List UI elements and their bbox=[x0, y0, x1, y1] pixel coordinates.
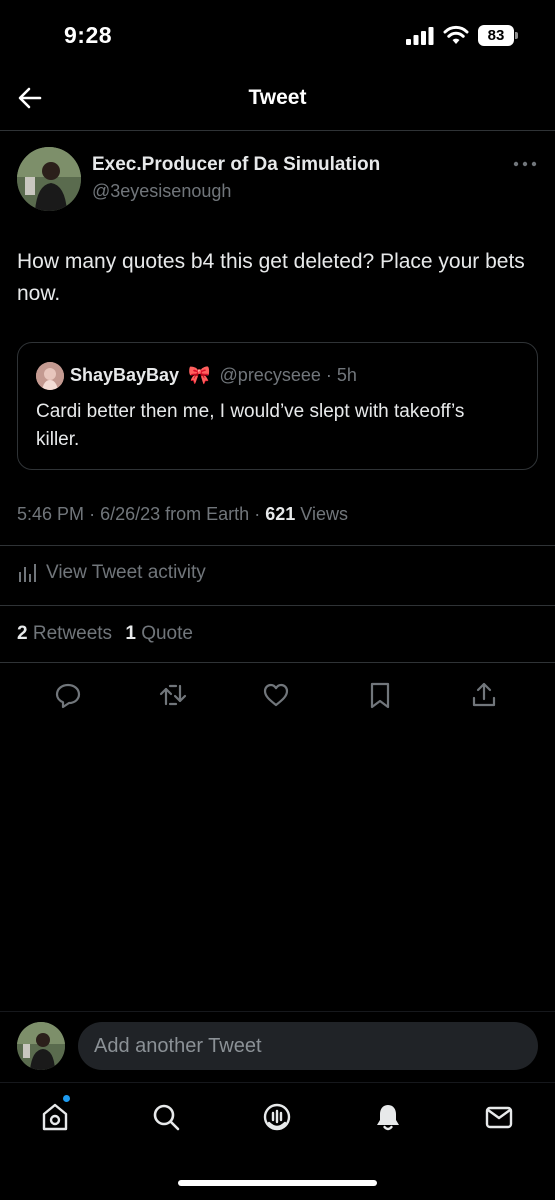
home-icon[interactable] bbox=[39, 1101, 71, 1133]
quote-author-handle: @precyseee bbox=[219, 365, 321, 385]
heart-icon[interactable] bbox=[261, 680, 291, 710]
share-icon[interactable] bbox=[469, 680, 499, 710]
author-avatar-photo bbox=[17, 147, 81, 211]
search-icon[interactable] bbox=[150, 1101, 182, 1133]
activity-label: View Tweet activity bbox=[46, 562, 206, 583]
activity-divider bbox=[0, 605, 555, 606]
stats-divider bbox=[0, 662, 555, 663]
reply-bar: Add another Tweet bbox=[0, 1012, 555, 1082]
bookmark-icon[interactable] bbox=[365, 680, 395, 710]
notifications-icon[interactable] bbox=[372, 1101, 404, 1133]
tweet-text: How many quotes b4 this get deleted? Pla… bbox=[17, 250, 525, 305]
status-bar: 9:28 83 bbox=[0, 0, 555, 72]
quoted-tweet-card[interactable]: ShayBayBay 🎀 @precyseee · 5h Cardi bette… bbox=[17, 342, 538, 470]
retweet-icon[interactable] bbox=[158, 680, 188, 710]
retweets-label: Retweets bbox=[32, 623, 113, 644]
views-count: 621 bbox=[265, 504, 296, 524]
quotes-count: 1 bbox=[125, 623, 136, 644]
bow-emoji: 🎀 bbox=[188, 365, 211, 385]
home-indicator bbox=[178, 1180, 377, 1186]
meta-divider bbox=[0, 545, 555, 546]
reply-input[interactable]: Add another Tweet bbox=[78, 1022, 538, 1070]
top-header: Tweet bbox=[0, 72, 555, 130]
battery-indicator: 83 bbox=[478, 25, 518, 46]
tweet-meta: 5:46 PM · 6/26/23 from Earth · 621 Views bbox=[17, 504, 348, 525]
view-tweet-activity[interactable]: View Tweet activity bbox=[17, 562, 206, 584]
author-name[interactable]: Exec.Producer of Da Simulation bbox=[92, 154, 380, 176]
tweet-actions bbox=[0, 678, 555, 714]
quote-separator: · bbox=[325, 365, 332, 385]
wifi-icon bbox=[443, 25, 469, 44]
meta-separator: · bbox=[254, 504, 261, 524]
quote-avatar-photo bbox=[36, 362, 64, 390]
my-avatar[interactable] bbox=[17, 1022, 65, 1070]
tweet-time: 5:46 PM bbox=[17, 504, 85, 524]
quote-author-name: ShayBayBay bbox=[70, 365, 180, 385]
status-time: 9:28 bbox=[64, 22, 113, 48]
analytics-icon bbox=[19, 564, 36, 582]
meta-separator: · bbox=[89, 504, 96, 524]
cellular-signal-icon bbox=[406, 27, 434, 45]
home-notification-dot bbox=[63, 1095, 70, 1102]
quote-header: ShayBayBay 🎀 @precyseee · 5h bbox=[70, 365, 357, 386]
author-avatar[interactable] bbox=[17, 147, 81, 211]
more-dots-icon[interactable] bbox=[512, 156, 538, 172]
messages-icon[interactable] bbox=[483, 1101, 515, 1133]
quote-time: 5h bbox=[336, 365, 357, 385]
header-divider bbox=[0, 130, 555, 131]
tweet-date-source: 6/26/23 from Earth bbox=[100, 504, 250, 524]
author-handle[interactable]: @3eyesisenough bbox=[92, 181, 231, 202]
page-title: Tweet bbox=[248, 86, 307, 109]
quote-text: Cardi better then me, I would’ve slept w… bbox=[36, 401, 465, 450]
spaces-icon[interactable] bbox=[261, 1101, 293, 1133]
retweets-count: 2 bbox=[17, 623, 28, 644]
views-label: Views bbox=[300, 504, 348, 524]
retweets-stat[interactable]: 2 Retweets bbox=[17, 623, 117, 644]
quotes-label: Quote bbox=[141, 623, 193, 644]
my-avatar-photo bbox=[17, 1022, 65, 1070]
quote-avatar bbox=[36, 362, 64, 390]
reply-icon[interactable] bbox=[53, 680, 83, 710]
quotes-stat[interactable]: 1 Quote bbox=[125, 623, 193, 644]
tweet-stats: 2 Retweets 1 Quote bbox=[17, 623, 193, 645]
